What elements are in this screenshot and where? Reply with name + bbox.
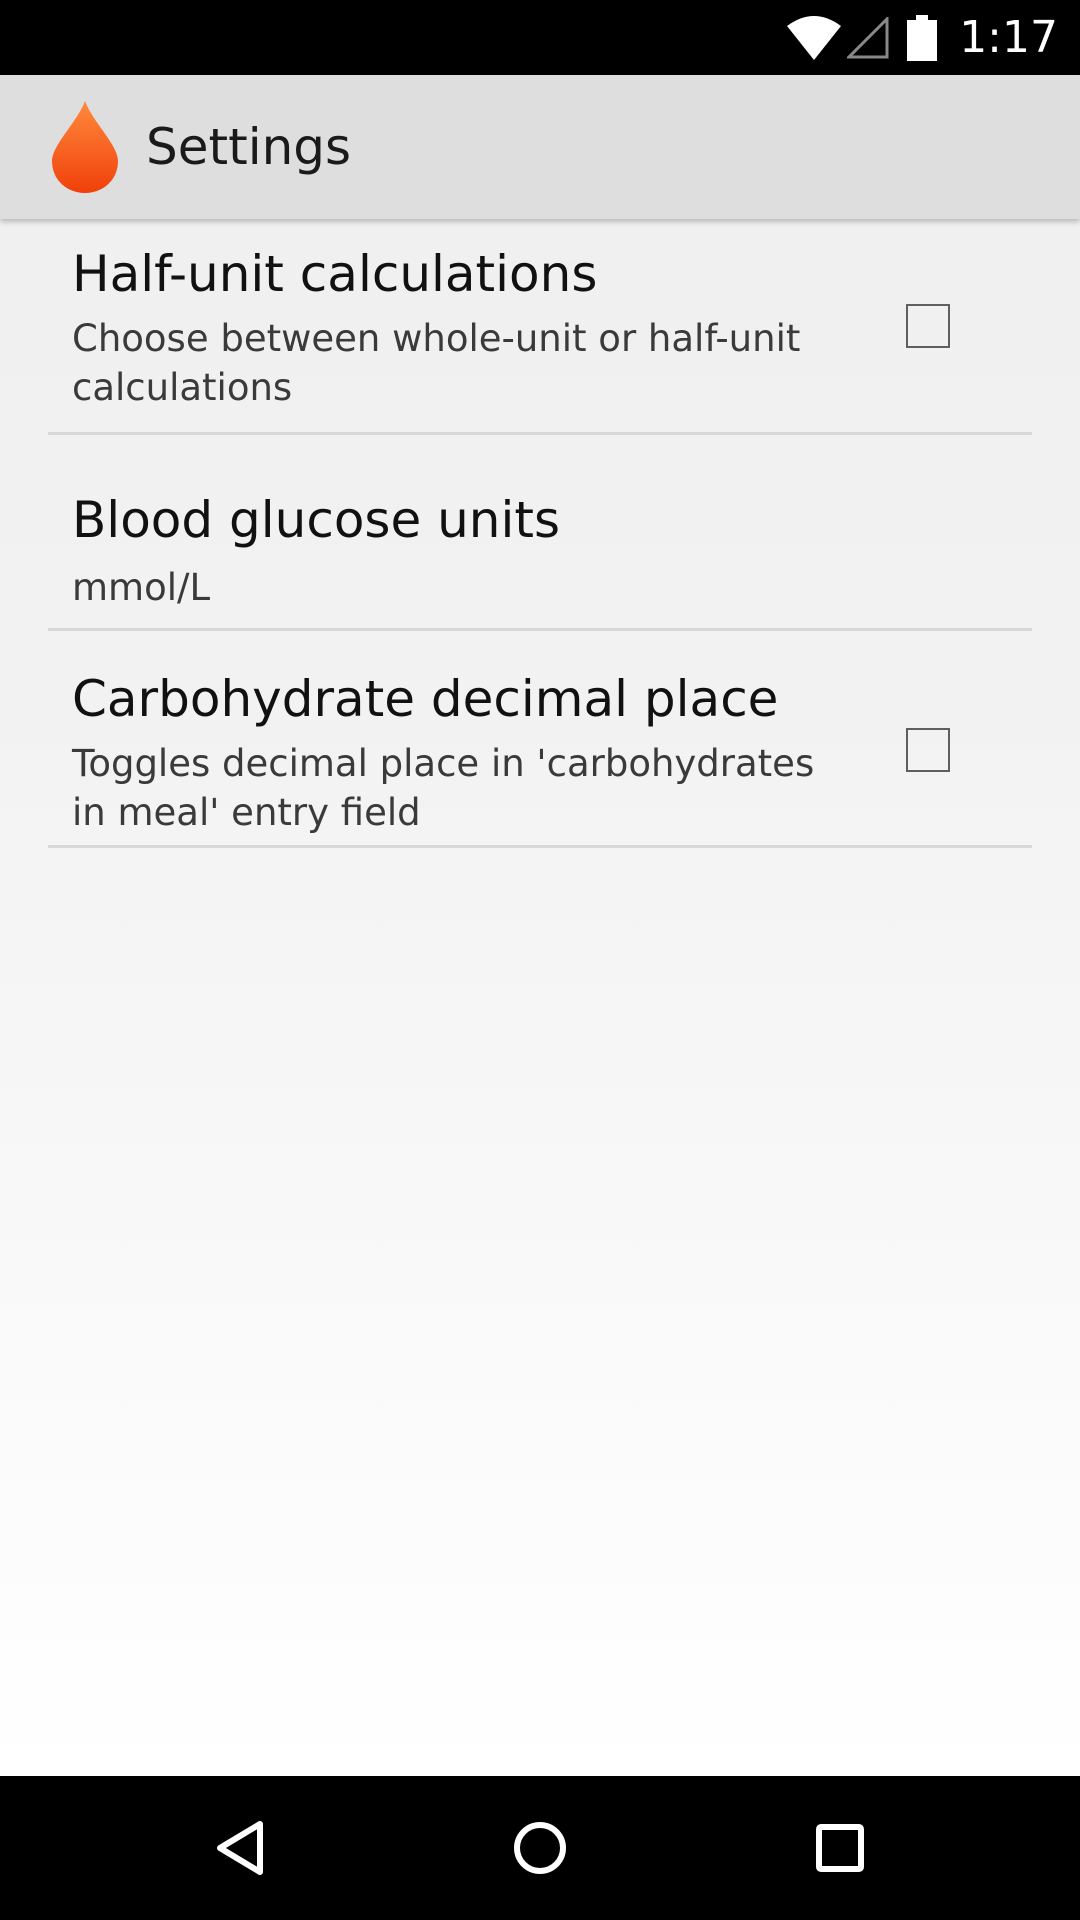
pref-title: Carbohydrate decimal place [72, 670, 779, 728]
preference-list: Half-unit calculations Choose between wh… [48, 219, 1032, 848]
pref-summary: Toggles decimal place in 'carbohydrates … [72, 742, 815, 834]
home-icon[interactable] [490, 1798, 590, 1898]
recents-icon[interactable] [790, 1798, 890, 1898]
settings-screen: 1:17 Settings Half-unit calculations Cho… [0, 0, 1080, 1920]
pref-summary: mmol/L [72, 566, 211, 609]
wifi-icon [787, 15, 842, 60]
cell-signal-icon [847, 16, 889, 58]
back-icon[interactable] [190, 1798, 290, 1898]
status-time: 1:17 [959, 12, 1058, 63]
app-bar: Settings [0, 75, 1080, 219]
pref-carbohydrate-decimal-place[interactable]: Carbohydrate decimal place Toggles decim… [48, 631, 1032, 848]
pref-title: Half-unit calculations [72, 245, 598, 303]
pref-blood-glucose-units[interactable]: Blood glucose units mmol/L [48, 435, 1032, 631]
status-icons: 1:17 [787, 0, 1058, 75]
status-bar: 1:17 [0, 0, 1080, 75]
page-title: Settings [146, 118, 352, 176]
half-unit-checkbox[interactable] [906, 304, 950, 348]
battery-icon [907, 14, 938, 61]
carb-decimal-checkbox[interactable] [906, 728, 950, 772]
blood-drop-icon [52, 101, 118, 193]
pref-half-unit-calculations[interactable]: Half-unit calculations Choose between wh… [48, 219, 1032, 435]
pref-summary: Choose between whole-unit or half-unit c… [72, 317, 801, 409]
pref-title: Blood glucose units [72, 491, 561, 549]
navigation-bar [0, 1776, 1080, 1920]
